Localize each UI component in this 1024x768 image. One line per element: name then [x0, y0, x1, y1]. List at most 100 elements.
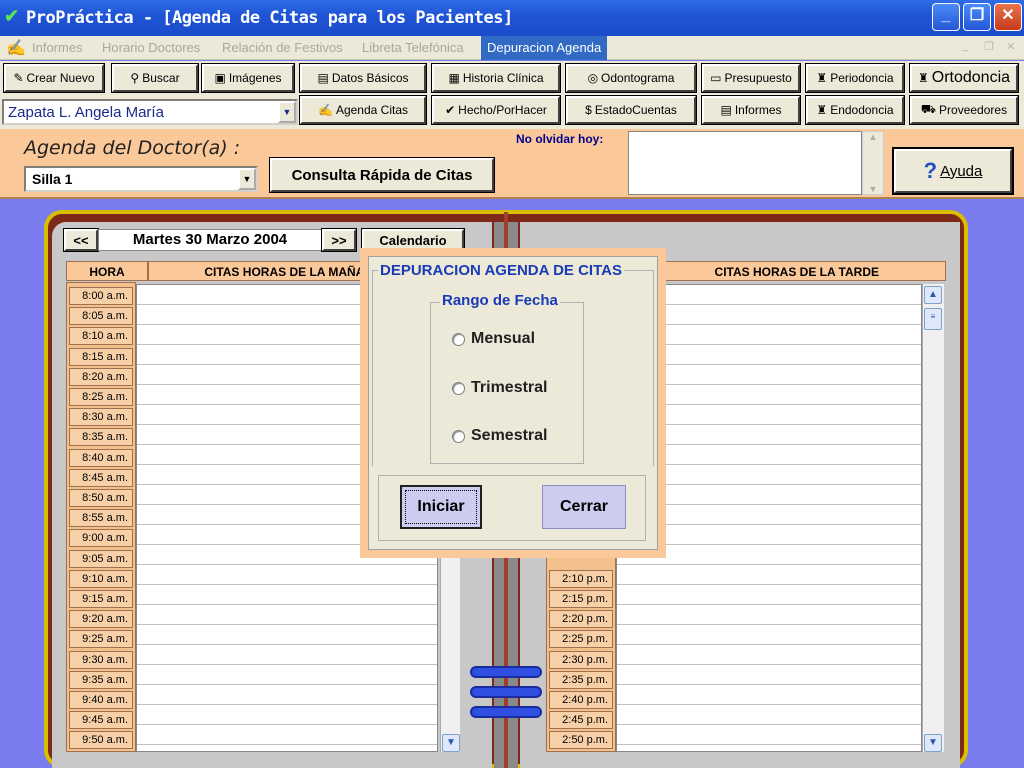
- menu-depuracion-agenda[interactable]: Depuracion Agenda: [481, 36, 608, 60]
- title-bar[interactable]: ✔ ProPráctica - [Agenda de Citas para lo…: [0, 0, 1024, 36]
- iniciar-button[interactable]: Iniciar: [400, 485, 482, 529]
- next-day-button[interactable]: >>: [321, 228, 357, 252]
- imagenes-button[interactable]: ▣ Imágenes: [201, 63, 295, 93]
- morning-time-column: 8:00 a.m. 8:05 a.m. 8:10 a.m. 8:15 a.m. 8:20…: [66, 282, 136, 752]
- proveedores-button[interactable]: ⛟ Proveedores: [909, 95, 1019, 125]
- time-slot[interactable]: 2:40 p.m.: [549, 691, 613, 709]
- prev-day-button[interactable]: <<: [63, 228, 99, 252]
- scroll-up-icon[interactable]: ▲: [924, 286, 942, 304]
- odontogram-icon: ◎: [587, 71, 599, 85]
- time-slot[interactable]: 9:15 a.m.: [69, 590, 133, 608]
- time-slot[interactable]: 8:20 a.m.: [69, 367, 133, 386]
- window-title: ProPráctica - [Agenda de Citas para los …: [26, 8, 513, 28]
- binder-ring: [470, 666, 542, 678]
- time-slot[interactable]: 8:55 a.m.: [69, 509, 133, 528]
- menu-bar: ✍ Informes Horario Doctores Relación de …: [0, 36, 1024, 60]
- patient-select[interactable]: Zapata L. Angela María ▼: [2, 99, 298, 125]
- time-slot[interactable]: 8:40 a.m.: [69, 448, 133, 467]
- time-slot[interactable]: 9:30 a.m.: [69, 650, 133, 669]
- buscar-button[interactable]: ⚲ Buscar: [111, 63, 199, 93]
- time-slot[interactable]: 9:25 a.m.: [69, 630, 133, 649]
- periodoncia-button[interactable]: ♜ Periodoncia: [805, 63, 905, 93]
- time-slot[interactable]: 8:25 a.m.: [69, 388, 133, 406]
- radio-circle[interactable]: [452, 381, 465, 395]
- radio-circle[interactable]: [452, 332, 465, 346]
- afternoon-scrollbar[interactable]: ▲ ≡ ▼: [922, 284, 944, 752]
- time-slot[interactable]: 9:35 a.m.: [69, 670, 133, 689]
- time-slot[interactable]: 8:50 a.m.: [69, 489, 133, 507]
- id-card-icon: ▤: [317, 71, 329, 85]
- estado-cuentas-button[interactable]: $ EstadoCuentas: [565, 95, 697, 125]
- menu-relacion-festivos[interactable]: Relación de Festivos: [222, 40, 343, 55]
- radio-trimestral[interactable]: Trimestral: [452, 379, 547, 397]
- time-slot[interactable]: 9:10 a.m.: [69, 569, 133, 588]
- time-slot[interactable]: 8:30 a.m.: [69, 408, 133, 427]
- chevron-down-icon[interactable]: ▼: [278, 101, 296, 123]
- time-slot[interactable]: 9:20 a.m.: [69, 610, 133, 629]
- app-menu-icon[interactable]: ✍: [6, 38, 26, 58]
- close-button[interactable]: ✕: [994, 3, 1022, 31]
- agenda-citas-button[interactable]: ✍ Agenda Citas: [299, 95, 427, 125]
- time-slot[interactable]: 2:15 p.m.: [549, 590, 613, 608]
- truck-icon: ⛟: [920, 102, 937, 116]
- calculator-icon: ▭: [710, 71, 722, 85]
- time-slot[interactable]: 2:20 p.m.: [549, 610, 613, 629]
- scroll-down-icon[interactable]: ▼: [924, 734, 942, 752]
- no-olvidar-scrollbar[interactable]: ▲ ▼: [862, 131, 884, 195]
- document-icon: ▦: [448, 71, 460, 85]
- ayuda-button[interactable]: ? Ayuda: [892, 147, 1014, 195]
- scroll-down-icon[interactable]: ▼: [442, 734, 460, 752]
- crear-nuevo-button[interactable]: ✎ Crear Nuevo: [3, 63, 105, 93]
- time-slot[interactable]: 8:05 a.m.: [69, 307, 133, 326]
- menu-informes[interactable]: Informes: [32, 40, 83, 55]
- silla-select[interactable]: Silla 1 ▼: [24, 166, 258, 192]
- scroll-up-icon[interactable]: ▲: [863, 132, 883, 142]
- chevron-down-icon[interactable]: ▼: [238, 168, 256, 190]
- endodoncia-button[interactable]: ♜ Endodoncia: [805, 95, 905, 125]
- maximize-button[interactable]: ❐: [963, 3, 991, 31]
- time-slot[interactable]: 2:25 p.m.: [549, 630, 613, 649]
- time-slot[interactable]: 9:50 a.m.: [69, 731, 133, 750]
- scroll-down-icon[interactable]: ▼: [863, 184, 883, 194]
- time-slot[interactable]: 2:10 p.m.: [549, 569, 613, 588]
- time-slot[interactable]: 2:30 p.m.: [549, 650, 613, 669]
- mdi-close-icon[interactable]: ✕: [1006, 40, 1015, 53]
- time-slot[interactable]: 9:40 a.m.: [69, 691, 133, 709]
- agenda-date[interactable]: Martes 30 Marzo 2004: [98, 229, 322, 251]
- camera-icon: ▣: [214, 71, 226, 85]
- time-slot[interactable]: 2:45 p.m.: [549, 711, 613, 730]
- mdi-minimize-icon[interactable]: _: [962, 40, 968, 52]
- ortodoncia-button[interactable]: ♜ Ortodoncia: [909, 63, 1019, 93]
- report-icon: ▤: [720, 103, 732, 117]
- time-slot[interactable]: 9:45 a.m.: [69, 711, 133, 730]
- scroll-thumb[interactable]: ≡: [924, 308, 942, 330]
- radio-semestral[interactable]: Semestral: [452, 427, 548, 445]
- radio-circle[interactable]: [452, 429, 465, 443]
- time-slot[interactable]: 8:45 a.m.: [69, 468, 133, 487]
- minimize-button[interactable]: _: [932, 3, 960, 31]
- consulta-rapida-button[interactable]: Consulta Rápida de Citas: [269, 157, 495, 193]
- cerrar-button[interactable]: Cerrar: [542, 485, 626, 529]
- no-olvidar-textarea[interactable]: [628, 131, 862, 195]
- hecho-por-hacer-button[interactable]: ✔ Hecho/PorHacer: [431, 95, 561, 125]
- time-slot[interactable]: 8:15 a.m.: [69, 347, 133, 366]
- toolbar: ✎ Crear Nuevo ⚲ Buscar ▣ Imágenes ▤ Datos Bá…: [0, 61, 1024, 129]
- menu-horario-doctores[interactable]: Horario Doctores: [102, 40, 200, 55]
- datos-basicos-button[interactable]: ▤ Datos Básicos: [299, 63, 427, 93]
- time-slot[interactable]: 2:50 p.m.: [549, 731, 613, 750]
- time-slot[interactable]: 8:35 a.m.: [69, 428, 133, 447]
- historia-clinica-button[interactable]: ▦ Historia Clínica: [431, 63, 561, 93]
- time-slot[interactable]: 8:00 a.m.: [69, 287, 133, 305]
- time-slot[interactable]: 9:00 a.m.: [69, 529, 133, 548]
- radio-mensual[interactable]: Mensual: [452, 330, 535, 348]
- menu-libreta-telefonica[interactable]: Libreta Telefónica: [362, 40, 464, 55]
- mdi-restore-icon[interactable]: ❐: [984, 40, 994, 53]
- time-slot[interactable]: 8:10 a.m.: [69, 327, 133, 346]
- tooth-braces-icon: ♜: [917, 71, 929, 85]
- presupuesto-button[interactable]: ▭ Presupuesto: [701, 63, 801, 93]
- time-slot[interactable]: 9:05 a.m.: [69, 549, 133, 568]
- odontograma-button[interactable]: ◎ Odontograma: [565, 63, 697, 93]
- checkmark-icon: ✔: [445, 103, 456, 117]
- time-slot[interactable]: 2:35 p.m.: [549, 670, 613, 689]
- informes-button[interactable]: ▤ Informes: [701, 95, 801, 125]
